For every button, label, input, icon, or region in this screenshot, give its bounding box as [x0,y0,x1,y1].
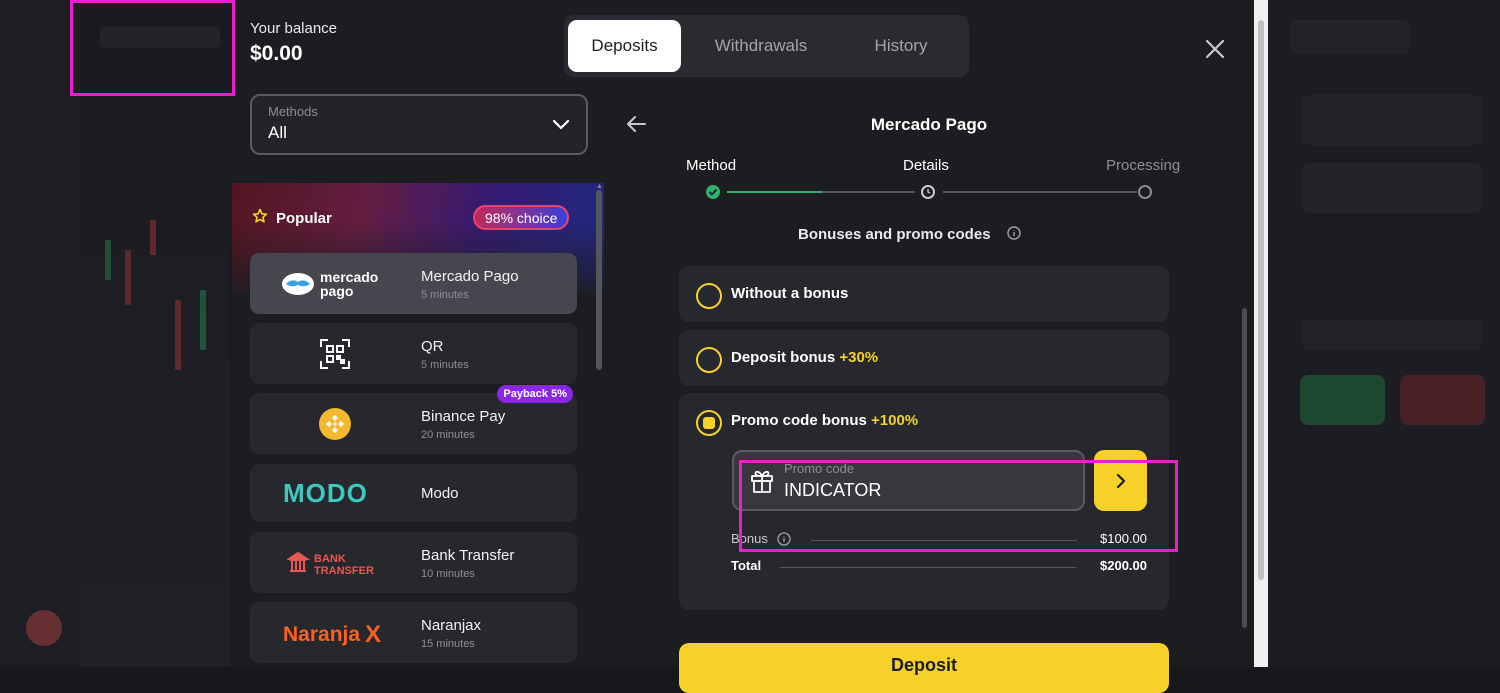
bonus-option-deposit[interactable]: Deposit bonus +30% [679,330,1169,386]
svg-text:TRANSFER: TRANSFER [314,565,374,577]
method-time: 5 minutes [421,289,469,301]
method-time: 20 minutes [421,429,475,441]
methods-filter-value: All [268,123,570,143]
naranjax-logo: Naranja X [250,602,420,663]
check-icon [706,185,720,199]
svg-text:MODO: MODO [283,480,368,506]
modo-logo: MODO [250,464,420,522]
bonus-option-label: Promo code bonus +100% [731,412,918,429]
mercado-pago-logo: mercado pago [250,253,420,314]
bonus-option-label: Deposit bonus +30% [731,349,878,366]
method-time: 5 minutes [421,359,469,371]
back-arrow-icon[interactable] [624,112,648,141]
balance-value: $0.00 [250,42,303,66]
method-time: 10 minutes [421,568,475,580]
binance-icon [250,393,420,454]
radio-button[interactable] [696,283,722,309]
svg-text:BANK: BANK [314,553,346,565]
method-time: 15 minutes [421,638,475,650]
bonus-section-title: Bonuses and promo codes [798,226,1021,244]
method-naranjax[interactable]: Naranja X Naranjax 15 minutes [250,602,577,663]
method-name: Mercado Pago [421,268,519,285]
step-method: Method [686,157,736,174]
radio-button[interactable] [696,347,722,373]
scroll-up-arrow[interactable]: ▲ [596,183,603,190]
method-qr[interactable]: QR 5 minutes [250,323,577,384]
method-mercado-pago[interactable]: mercado pago Mercado Pago 5 minutes [250,253,577,314]
highlight-box-logo [70,0,235,96]
deposit-modal: Your balance $0.00 Deposits Withdrawals … [232,0,1254,667]
payment-method-list: Popular 98% choice mercado pago Mercado … [232,183,604,667]
tab-bar: Deposits Withdrawals History [564,15,969,77]
clock-icon [921,185,935,199]
tab-history[interactable]: History [841,20,961,72]
method-name: QR [421,338,444,355]
method-name: Naranjax [421,617,481,634]
choice-badge: 98% choice [473,205,569,230]
chevron-down-icon [552,118,570,136]
popular-title: Popular [276,210,332,227]
info-icon[interactable] [1007,226,1021,244]
method-name: Modo [421,485,459,502]
step-processing: Processing [1106,157,1180,174]
page-scrollbar-thumb[interactable] [1258,20,1264,580]
tab-withdrawals[interactable]: Withdrawals [681,20,841,72]
qr-code-icon [250,323,420,384]
method-list-scrollbar[interactable] [596,190,602,370]
method-name: Binance Pay [421,408,505,425]
method-bank-transfer[interactable]: BANK TRANSFER Bank Transfer 10 minutes [250,532,577,593]
svg-text:Naranja: Naranja [283,623,360,646]
pending-step-dot [1138,185,1152,199]
background-sidebar [0,0,80,667]
methods-filter-label: Methods [268,104,570,119]
method-modo[interactable]: MODO Modo [250,464,577,522]
tab-deposits[interactable]: Deposits [568,20,681,72]
popular-heading: Popular [252,208,332,228]
selected-method-title: Mercado Pago [814,115,1044,135]
balance-label: Your balance [250,20,337,37]
background-avatar [26,610,62,646]
svg-text:pago: pago [320,283,353,299]
bonus-option-none[interactable]: Without a bonus [679,266,1169,322]
total-value: $200.00 [1100,558,1147,573]
svg-text:X: X [365,621,381,647]
methods-filter-select[interactable]: Methods All [250,94,588,155]
detail-scrollbar[interactable] [1242,308,1247,628]
payback-badge: Payback 5% [497,385,573,403]
background-chart [80,90,230,667]
method-name: Bank Transfer [421,547,514,564]
total-summary-row: Total $200.00 [731,558,1147,578]
highlight-box-promo [739,460,1178,552]
bonus-option-label: Without a bonus [731,285,848,302]
bank-transfer-logo: BANK TRANSFER [250,532,420,593]
step-details: Details [903,157,949,174]
close-icon[interactable] [1202,36,1228,62]
total-label: Total [731,558,761,573]
deposit-button[interactable]: Deposit [679,643,1169,693]
star-icon [252,208,268,228]
radio-button-checked[interactable] [696,410,722,436]
background-trade-panel [1270,0,1500,667]
method-binance-pay[interactable]: Payback 5% Binance Pay 20 minutes [250,393,577,454]
